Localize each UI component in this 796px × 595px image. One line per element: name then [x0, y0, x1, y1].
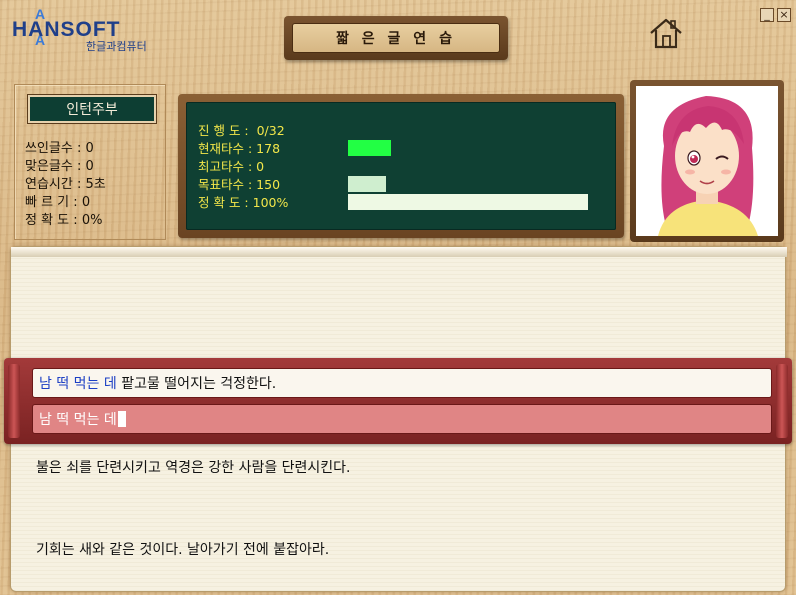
close-button[interactable]: × [777, 8, 791, 22]
next-sentence: 기회는 새와 같은 것이다. 날아가기 전에 붙잡아라. [36, 542, 330, 558]
user-rank-badge: 인턴주부 [27, 94, 157, 124]
minimize-button[interactable]: _ [760, 8, 774, 22]
avatar [636, 86, 778, 236]
current-speed-bar [348, 140, 391, 156]
text-caret [117, 411, 126, 427]
board-label: 현재타수 : [198, 141, 253, 156]
stat-label: 정 확 도 [25, 213, 70, 228]
target-speed-bar [348, 176, 386, 192]
page-title: 짧 은 글 연 습 [292, 23, 500, 53]
stat-label: 빠 르 기 [25, 195, 70, 210]
title-plate: 짧 은 글 연 습 [284, 16, 508, 60]
target-typed-part: 남 떡 먹는 데 [39, 376, 117, 392]
stat-row-accuracy: 정 확 도 : 0% [25, 213, 103, 228]
stat-row-correct: 맞은글수 : 0 [25, 159, 94, 174]
board-label: 최고타수 : [198, 159, 253, 174]
home-icon[interactable] [648, 16, 684, 50]
board-value: 150 [256, 177, 281, 192]
typing-band: 남 떡 먹는 데 팥고물 떨어지는 걱정한다. 남 떡 먹는 데 [4, 358, 792, 444]
band-cap-right [776, 364, 788, 438]
avatar-frame [630, 80, 784, 242]
board-value: 100% [252, 195, 289, 210]
stat-row-speed: 빠 르 기 : 0 [25, 195, 91, 210]
stat-value: 0% [81, 213, 103, 228]
board-label: 목표타수 : [198, 177, 253, 192]
stat-value: 0 [85, 159, 94, 174]
band-cap-left [8, 364, 20, 438]
board-value: 0 [256, 159, 265, 174]
board-label: 정 확 도 : [198, 195, 249, 210]
typing-input-value: 남 떡 먹는 데 [39, 412, 117, 428]
hansoft-logo: A A HANSOFT 한글과컴퓨터 [8, 6, 168, 53]
stat-value: 5초 [85, 177, 106, 192]
board-accuracy: 정 확 도 : 100% [198, 192, 288, 211]
stats-panel: 인턴주부 쓰인글수 : 0 맞은글수 : 0 연습시간 : 5초 빠 르 기 :… [14, 84, 166, 240]
board-label: 진 행 도 : [198, 123, 249, 138]
target-remaining-part: 팥고물 떨어지는 걱정한다. [116, 376, 277, 392]
board-progress: 진 행 도 : 0/32 [198, 120, 285, 139]
accuracy-bar [348, 194, 588, 210]
target-sentence: 남 떡 먹는 데 팥고물 떨어지는 걱정한다. [32, 368, 772, 398]
score-board: 진 행 도 : 0/32 현재타수 : 178 최고타수 : 0 목표타수 : … [186, 102, 616, 230]
stat-row-typed: 쓰인글수 : 0 [25, 141, 94, 156]
board-value: 178 [256, 141, 281, 156]
score-board-frame: 진 행 도 : 0/32 현재타수 : 178 최고타수 : 0 목표타수 : … [178, 94, 624, 238]
scroll-roll-top [11, 247, 787, 257]
typing-input[interactable]: 남 떡 먹는 데 [32, 404, 772, 434]
board-max-speed: 최고타수 : 0 [198, 156, 264, 175]
stat-label: 연습시간 [25, 177, 73, 192]
stat-value: 0 [81, 195, 91, 210]
stat-value: 0 [85, 141, 94, 156]
next-sentence: 불은 쇠를 단련시키고 역경은 강한 사람을 단련시킨다. [36, 460, 351, 476]
stat-row-time: 연습시간 : 5초 [25, 177, 106, 192]
stat-label: 쓰인글수 [25, 141, 73, 156]
board-value: 0/32 [256, 123, 285, 138]
board-target-speed: 목표타수 : 150 [198, 174, 280, 193]
stat-label: 맞은글수 [25, 159, 73, 174]
logo-subtitle: 한글과컴퓨터 [86, 40, 147, 53]
board-current-speed: 현재타수 : 178 [198, 138, 280, 157]
